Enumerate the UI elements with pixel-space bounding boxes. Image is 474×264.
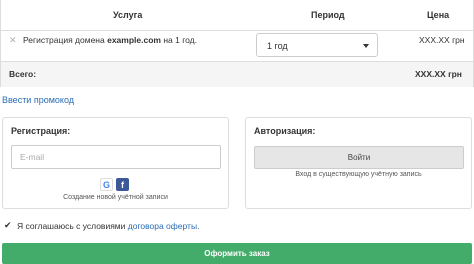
registration-title: Регистрация:	[11, 126, 71, 136]
order-table: Услуга Период Цена ✕ Регистрация домена …	[0, 0, 474, 87]
email-input[interactable]	[11, 145, 221, 169]
row-price: XXX.XX грн	[419, 35, 465, 45]
service-domain: example.com	[107, 35, 161, 45]
total-value: XXX.XX грн	[415, 69, 462, 79]
agreement-prefix: Я соглашаюсь с условиями	[17, 221, 128, 231]
service-suffix: на 1 год.	[160, 35, 197, 45]
header-price: Цена	[427, 10, 450, 20]
period-select[interactable]: 1 год	[256, 33, 378, 57]
remove-item-icon[interactable]: ✕	[9, 35, 17, 46]
facebook-icon[interactable]: f	[116, 178, 129, 191]
login-button[interactable]: Войти	[254, 146, 464, 169]
offer-contract-link[interactable]: договора оферты	[128, 221, 197, 231]
header-service: Услуга	[113, 10, 143, 20]
chevron-down-icon	[363, 44, 369, 48]
total-label: Всего:	[9, 69, 37, 79]
promo-code-link[interactable]: Ввести промокод	[2, 95, 74, 105]
agree-checkbox[interactable]: ✔	[4, 221, 13, 230]
table-header	[1, 0, 473, 31]
header-period: Период	[311, 10, 345, 20]
submit-order-button[interactable]: Оформить заказ	[2, 243, 472, 264]
registration-caption: Создание новой учётной записи	[63, 194, 168, 201]
period-selected-value: 1 год	[267, 41, 288, 51]
service-prefix: Регистрация домена	[23, 35, 108, 45]
authorization-title: Авторизация:	[254, 126, 316, 136]
google-icon[interactable]: G	[100, 178, 113, 191]
service-description: Регистрация домена example.com на 1 год.	[23, 35, 197, 45]
total-row	[1, 61, 473, 87]
agreement-text: Я соглашаюсь с условиями договора оферты…	[17, 221, 199, 231]
authorization-caption: Вход в существующую учётную запись	[295, 171, 422, 178]
agreement-end: .	[197, 221, 200, 231]
